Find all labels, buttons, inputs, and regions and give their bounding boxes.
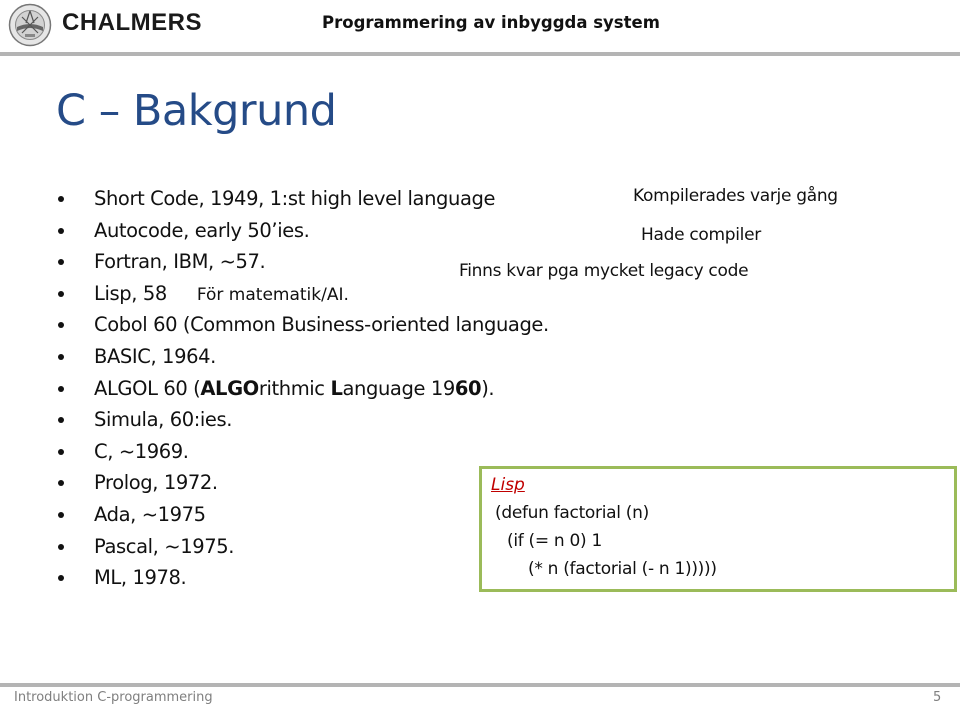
- page-number: 5: [933, 690, 942, 705]
- code-language-label: Lisp: [491, 475, 525, 495]
- list-item: Pascal, ~1975.: [56, 531, 549, 563]
- code-line: (defun factorial (n): [495, 503, 649, 523]
- list-item: Ada, ~1975: [56, 499, 549, 531]
- bullet-icon: [58, 511, 64, 518]
- list-item: ML, 1978.: [56, 562, 549, 594]
- bullet-icon: [58, 353, 64, 360]
- language-list: Short Code, 1949, 1:st high level langua…: [56, 183, 549, 594]
- bullet-icon: [58, 575, 64, 582]
- list-item: Cobol 60 (Common Business-oriented langu…: [56, 309, 549, 341]
- chalmers-emblem-icon: [8, 3, 52, 47]
- bullet-icon: [58, 196, 64, 202]
- bullet-icon: [58, 480, 64, 487]
- lisp-note: För matematik/AI.: [196, 284, 349, 305]
- bullet-icon: [58, 417, 64, 424]
- list-item: ALGOL 60 (ALGOrithmic Language 1960).: [56, 373, 549, 405]
- list-item: Lisp, 58 För matematik/AI.: [56, 278, 549, 310]
- brand-logo-text: CHALMERS: [62, 9, 202, 36]
- slide-title: C – Bakgrund: [56, 86, 337, 136]
- list-item: Simula, 60:ies.: [56, 404, 549, 436]
- list-item: Autocode, early 50’ies.: [56, 215, 549, 247]
- list-item: Short Code, 1949, 1:st high level langua…: [56, 183, 549, 215]
- footer-divider: [0, 683, 960, 687]
- bullet-icon: [58, 322, 64, 329]
- code-line: (* n (factorial (- n 1))))): [528, 559, 717, 579]
- annotation-autocode: Hade compiler: [641, 225, 761, 245]
- bullet-icon: [58, 290, 64, 297]
- footer-course-name: Introduktion C-programmering: [14, 690, 213, 705]
- bullet-icon: [58, 448, 64, 455]
- bullet-icon: [58, 259, 64, 266]
- bullet-icon: [58, 227, 64, 234]
- bullet-icon: [58, 543, 64, 550]
- list-item: C, ~1969.: [56, 436, 549, 468]
- code-line: (if (= n 0) 1: [507, 531, 602, 551]
- header-divider: [0, 52, 960, 56]
- course-title: Programmering av inbyggda system: [322, 13, 660, 32]
- lisp-code-box: Lisp (defun factorial (n) (if (= n 0) 1 …: [479, 466, 957, 592]
- slide-header: CHALMERS Programmering av inbyggda syste…: [0, 0, 960, 52]
- annotation-fortran: Finns kvar pga mycket legacy code: [459, 261, 749, 281]
- list-item: Prolog, 1972.: [56, 467, 549, 499]
- bullet-icon: [58, 385, 64, 392]
- list-item: BASIC, 1964.: [56, 341, 549, 373]
- annotation-short-code: Kompilerades varje gång: [633, 186, 838, 206]
